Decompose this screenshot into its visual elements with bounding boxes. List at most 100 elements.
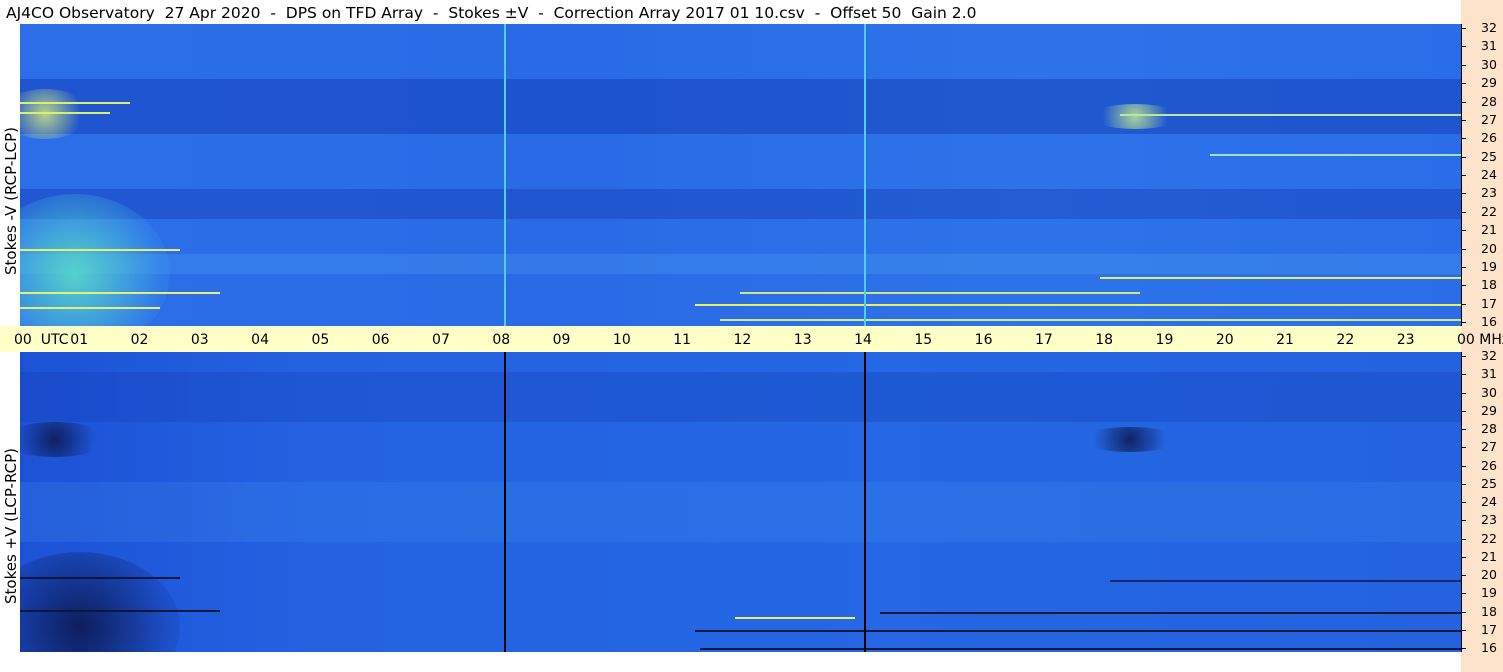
mhz-tick-mark — [1461, 447, 1466, 449]
mhz-tick-label: 32 — [1481, 20, 1497, 35]
absorption-blob — [20, 422, 110, 457]
mhz-tick-label: 19 — [1481, 258, 1497, 274]
mhz-tick-label: 17 — [1481, 621, 1497, 637]
mhz-tick-label: 30 — [1481, 56, 1497, 72]
dark-band — [20, 79, 1461, 134]
emission-trace — [1120, 114, 1461, 116]
time-tick-label: 15 — [914, 332, 933, 348]
time-tick-label: 22 — [1336, 332, 1355, 348]
time-tick-label: 01 — [70, 332, 89, 348]
mhz-tick-mark — [1461, 46, 1466, 48]
light-band — [20, 482, 1461, 542]
mhz-tick-label: 21 — [1481, 548, 1497, 564]
interference-line — [864, 352, 866, 652]
mhz-tick-mark — [1461, 611, 1466, 613]
mhz-tick-mark — [1461, 629, 1466, 631]
emission-trace — [720, 319, 1461, 321]
absorption-trace — [700, 648, 1461, 650]
mhz-tick-mark — [1461, 429, 1466, 430]
mhz-tick-mark — [1461, 465, 1466, 467]
mhz-tick-label: 20 — [1481, 240, 1497, 256]
mhz-tick-mark — [1461, 64, 1466, 66]
time-tick-label: 23 — [1396, 332, 1415, 348]
mhz-tick-mark — [1461, 156, 1466, 158]
interference-line — [504, 352, 506, 652]
mhz-tick-label: 16 — [1481, 640, 1497, 655]
time-tick-label: 18 — [1095, 332, 1114, 348]
time-tick-label: 11 — [673, 332, 692, 348]
chart-title: AJ4CO Observatory 27 Apr 2020 - DPS on T… — [6, 4, 977, 22]
mhz-tick-label: 23 — [1481, 512, 1497, 528]
time-tick-label: 10 — [612, 332, 631, 348]
time-tick-label: 09 — [552, 332, 571, 348]
mhz-tick-mark — [1461, 483, 1466, 485]
emission-trace — [735, 617, 855, 619]
mhz-tick-mark — [1461, 119, 1466, 121]
mhz-tick-label: 32 — [1481, 348, 1497, 363]
dark-band — [20, 189, 1461, 219]
emission-trace — [20, 307, 160, 309]
spectrogram-top-panel — [20, 24, 1461, 326]
time-tick-label: 00 MHz — [1457, 332, 1503, 348]
time-tick-label: 02 — [130, 332, 149, 348]
mhz-tick-mark — [1461, 211, 1466, 213]
absorption-blob — [1080, 427, 1180, 452]
mhz-tick-mark — [1461, 175, 1466, 176]
absorption-trace — [880, 612, 1461, 614]
mhz-tick-mark — [1461, 575, 1466, 576]
time-tick-label: 12 — [733, 332, 752, 348]
time-tick-label: 08 — [492, 332, 511, 348]
mhz-tick-label: 29 — [1481, 402, 1497, 418]
mhz-tick-label: 20 — [1481, 567, 1497, 582]
mhz-tick-label: 18 — [1481, 603, 1497, 619]
dark-band — [20, 372, 1461, 422]
time-tick-label: 06 — [371, 332, 390, 348]
emission-trace — [695, 304, 1461, 306]
emission-trace — [20, 249, 180, 251]
time-tick-label: 14 — [854, 332, 872, 348]
mhz-tick-label: 27 — [1481, 439, 1497, 455]
time-tick-label: 16 — [974, 332, 993, 348]
time-tick-label: 13 — [793, 332, 812, 348]
mhz-tick-mark — [1461, 303, 1466, 305]
mhz-tick-label: 31 — [1481, 38, 1497, 54]
mhz-tick-mark — [1461, 230, 1466, 232]
emission-blob — [1090, 104, 1180, 129]
mhz-tick-label: 28 — [1481, 93, 1497, 109]
absorption-trace — [1110, 580, 1461, 582]
mhz-tick-mark — [1461, 538, 1466, 540]
time-tick-label: 21 — [1276, 332, 1294, 348]
emission-trace — [20, 292, 220, 294]
mhz-tick-label: 26 — [1481, 457, 1497, 473]
time-tick-label: 04 — [251, 332, 269, 348]
mhz-tick-mark — [1461, 322, 1466, 323]
utc-time-axis — [0, 326, 1461, 352]
mhz-tick-label: 22 — [1481, 203, 1497, 219]
emission-trace — [740, 292, 1140, 294]
mhz-tick-label: 29 — [1481, 75, 1497, 91]
mhz-tick-label: 17 — [1481, 295, 1497, 311]
mhz-tick-mark — [1461, 28, 1466, 29]
mhz-tick-mark — [1461, 556, 1466, 558]
mhz-tick-mark — [1461, 83, 1466, 85]
bottom-panel-label: Stokes +V (LCP-RCP) — [2, 448, 20, 604]
mhz-tick-label: 18 — [1481, 277, 1497, 293]
mhz-tick-mark — [1461, 520, 1466, 522]
mhz-tick-label: 23 — [1481, 185, 1497, 201]
mhz-tick-label: 26 — [1481, 130, 1497, 146]
mhz-tick-label: 30 — [1481, 384, 1497, 400]
mhz-tick-mark — [1461, 101, 1466, 103]
mhz-tick-mark — [1461, 502, 1466, 503]
mhz-tick-label: 24 — [1481, 494, 1497, 509]
time-tick-label: 19 — [1155, 332, 1174, 348]
mhz-tick-mark — [1461, 374, 1466, 376]
mhz-tick-label: 16 — [1481, 314, 1497, 329]
time-tick-label: 00 UTC — [14, 332, 69, 348]
mhz-tick-label: 19 — [1481, 585, 1497, 601]
mhz-tick-mark — [1461, 593, 1466, 595]
mhz-tick-mark — [1461, 648, 1466, 649]
interference-line — [864, 24, 866, 326]
emission-trace — [20, 102, 130, 104]
absorption-trace — [20, 577, 180, 579]
mhz-tick-mark — [1461, 285, 1466, 287]
